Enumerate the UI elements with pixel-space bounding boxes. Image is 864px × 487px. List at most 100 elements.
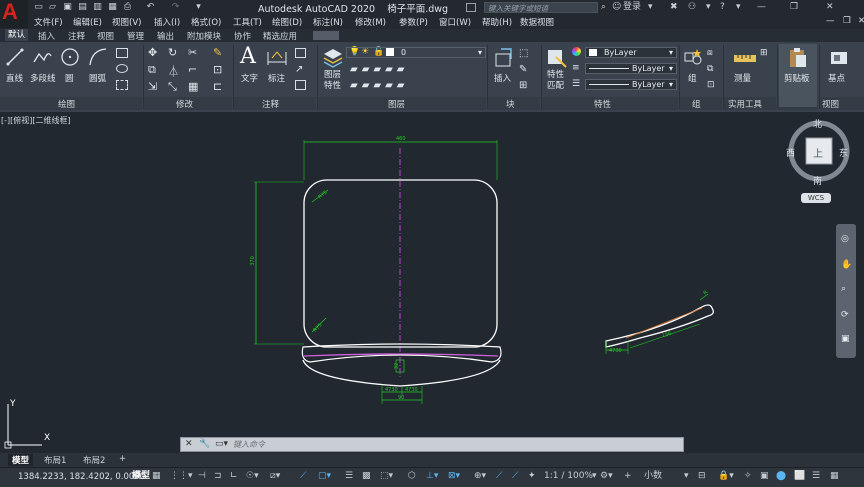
dynamic-input-icon[interactable]: ⊐: [214, 470, 222, 483]
insert-button[interactable]: 插入: [494, 72, 511, 84]
menu-insert[interactable]: 插入(I): [154, 16, 180, 28]
coordinates-readout[interactable]: 1384.2233, 182.4202, 0.0000: [18, 472, 145, 482]
tab-featured-apps[interactable]: 精选应用: [260, 30, 300, 42]
create-block-icon[interactable]: ⬚: [519, 48, 528, 59]
autodesk-a360-icon[interactable]: ⚇: [688, 2, 696, 13]
search-input[interactable]: 键入关键字或短语: [484, 2, 598, 13]
layer-properties-button[interactable]: 图层 特性: [324, 70, 341, 92]
match-properties-button[interactable]: 特性 匹配: [547, 70, 564, 92]
viewcube-south[interactable]: 南: [813, 174, 822, 187]
exchange-icon[interactable]: ✖: [670, 2, 678, 13]
measure-button[interactable]: 测量: [734, 72, 751, 84]
customization-icon[interactable]: ☰: [812, 470, 820, 483]
lineweight-icon[interactable]: ☰: [572, 79, 580, 89]
graphics-performance-icon[interactable]: ⬤: [776, 470, 786, 483]
panel-title-layers[interactable]: 图层: [388, 98, 405, 110]
dimension-button[interactable]: 标注: [268, 72, 285, 84]
open-file-icon[interactable]: ▱: [47, 2, 58, 12]
hardware-acceleration-icon[interactable]: ▣: [760, 470, 769, 483]
lineweight-toggle-icon[interactable]: ☰: [345, 470, 353, 483]
layer-properties-icon[interactable]: [322, 46, 344, 68]
snap-icon[interactable]: ⋮⋮▾: [170, 470, 193, 483]
group-button[interactable]: 组: [688, 72, 697, 84]
viewcube-top[interactable]: 上: [813, 145, 823, 160]
linetype-dropdown[interactable]: ByLayer ▾: [585, 63, 677, 74]
group-edit-icon[interactable]: ⧉: [707, 64, 713, 74]
selection-cycling-icon[interactable]: ⬚▾: [380, 470, 393, 483]
dimension-icon[interactable]: [266, 48, 288, 66]
model-space-button[interactable]: 模型: [132, 470, 150, 483]
grid-icon[interactable]: ▦: [152, 470, 161, 483]
help-icon[interactable]: ?: [720, 2, 725, 13]
tab-annotate[interactable]: 注释: [65, 30, 88, 42]
units-dropdown[interactable]: 小数: [644, 470, 662, 483]
panel-title-modify[interactable]: 修改: [176, 98, 193, 110]
panel-title-block[interactable]: 块: [506, 98, 515, 110]
rotate-icon[interactable]: ↻: [168, 46, 177, 59]
showmotion-icon[interactable]: ▣: [841, 334, 850, 344]
annotation-monitor-icon[interactable]: +: [624, 470, 632, 483]
explode-icon[interactable]: ⊡: [213, 63, 222, 76]
annotation-scale-button[interactable]: 1:1 / 100%: [544, 470, 593, 483]
pan-icon[interactable]: ✋: [841, 260, 852, 270]
annotation-scale-icon[interactable]: ✦: [528, 470, 536, 483]
restore-window-icon[interactable]: ❐: [790, 2, 798, 13]
object-snap-tracking-icon[interactable]: ⟋: [300, 470, 306, 483]
dynamic-ucs-icon[interactable]: ⊥▾: [426, 470, 438, 483]
units-dropdown-icon[interactable]: ▾: [684, 470, 689, 483]
object-snap-icon[interactable]: ▢▾: [318, 470, 331, 483]
base-button[interactable]: 基点: [828, 72, 845, 84]
drawing-canvas[interactable]: [0, 112, 864, 454]
menu-file[interactable]: 文件(F): [34, 16, 63, 28]
steering-wheel-icon[interactable]: ◎: [841, 234, 849, 244]
line-icon[interactable]: [6, 48, 24, 66]
new-file-icon[interactable]: ▭: [33, 2, 44, 12]
panel-title-view[interactable]: 视图: [822, 98, 839, 110]
circle-button[interactable]: 圆: [65, 72, 74, 84]
selection-filter-icon[interactable]: ⊠▾: [448, 470, 460, 483]
auto-scale-icon[interactable]: ⟋: [512, 470, 518, 483]
scale-icon[interactable]: ⤡: [168, 80, 177, 94]
arc-button[interactable]: 圆弧: [89, 72, 106, 84]
stretch-icon[interactable]: ⇲: [148, 80, 157, 93]
tab-addins[interactable]: 附加模块: [184, 30, 224, 42]
rectangle-icon[interactable]: [116, 48, 128, 58]
help-dropdown-icon[interactable]: ▾: [706, 2, 711, 13]
help-menu-dropdown-icon[interactable]: ▾: [736, 2, 741, 13]
recent-commands-icon[interactable]: ▭▾: [215, 439, 228, 449]
measure-icon[interactable]: [733, 49, 757, 69]
user-icon[interactable]: ☺: [612, 2, 621, 13]
polar-icon[interactable]: ☉▾: [246, 470, 259, 483]
hatch-icon[interactable]: [116, 80, 128, 90]
panel-title-draw[interactable]: 绘图: [58, 98, 75, 110]
panel-title-utilities[interactable]: 实用工具: [728, 98, 762, 110]
layer-tools-row2[interactable]: ▰▰▰▰▰: [350, 80, 408, 91]
redo-icon[interactable]: ↷: [170, 2, 181, 12]
array-icon[interactable]: ▦: [188, 80, 198, 93]
table-icon[interactable]: [295, 80, 306, 90]
offset-icon[interactable]: ⊏: [213, 80, 222, 93]
workspace-icon[interactable]: ⚙▾: [600, 470, 613, 483]
copy-icon[interactable]: ⧉: [148, 63, 156, 77]
edit-attributes-icon[interactable]: ⊞: [519, 80, 527, 91]
status-extra-icon[interactable]: ▦: [830, 470, 839, 483]
menu-parametric[interactable]: 参数(P): [399, 16, 428, 28]
menu-window[interactable]: 窗口(W): [439, 16, 471, 28]
polyline-icon[interactable]: [32, 48, 52, 66]
save-as-icon[interactable]: ▤: [77, 2, 88, 12]
web-mobile-icon[interactable]: ▥: [92, 2, 103, 12]
tab-model[interactable]: 模型: [8, 454, 34, 466]
menu-view[interactable]: 视图(V): [112, 16, 141, 28]
tab-layout2[interactable]: 布局2: [79, 454, 109, 466]
quick-properties-icon[interactable]: ⊟: [698, 470, 706, 483]
zoom-extents-icon[interactable]: ⌕: [841, 284, 846, 294]
3d-osnap-icon[interactable]: ⬡: [408, 470, 416, 483]
transparency-icon[interactable]: ▩: [362, 470, 371, 483]
lock-ui-icon[interactable]: 🔒▾: [718, 470, 734, 483]
edit-block-icon[interactable]: ✎: [519, 64, 527, 75]
search-icon[interactable]: ⌕: [601, 2, 606, 13]
minimize-window-icon[interactable]: —: [757, 2, 766, 13]
tab-layout1[interactable]: 布局1: [40, 454, 70, 466]
tab-home[interactable]: 默认: [5, 29, 29, 41]
menu-dimension[interactable]: 标注(N): [313, 16, 343, 28]
